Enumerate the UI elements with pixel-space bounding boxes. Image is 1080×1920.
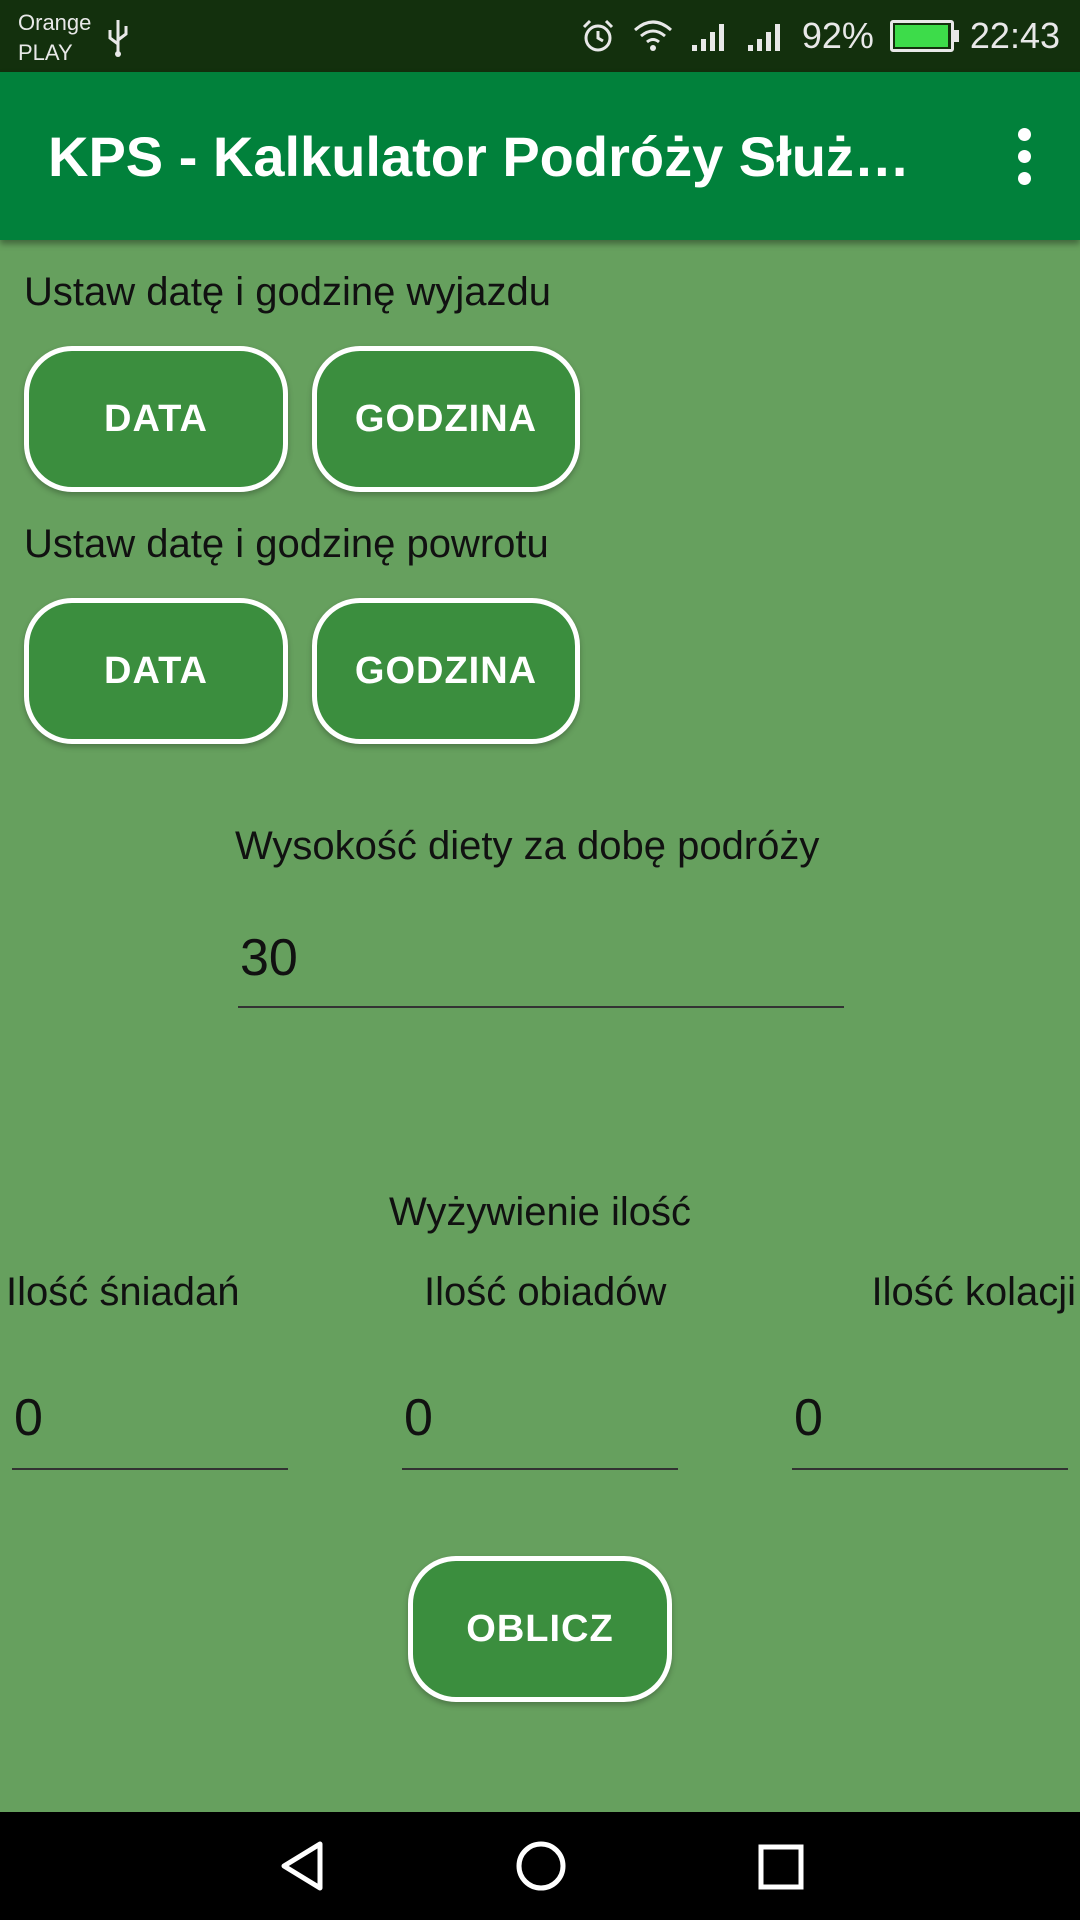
signal-icon <box>746 19 786 53</box>
diet-label: Wysokość diety za dobę podróży <box>235 824 820 868</box>
app-bar: KPS - Kalkulator Podróży Służbowych <box>0 72 1080 240</box>
alarm-icon <box>580 18 616 54</box>
carrier-line-1: Orange <box>18 10 92 35</box>
recents-icon[interactable] <box>756 1842 806 1897</box>
back-icon[interactable] <box>276 1838 328 1899</box>
dinner-label: Ilość kolacji <box>871 1270 1076 1314</box>
app-title: KPS - Kalkulator Podróży Służbowych <box>48 125 928 188</box>
home-icon[interactable] <box>514 1838 568 1899</box>
clock: 22:43 <box>969 15 1060 56</box>
breakfast-input[interactable]: 0 <box>12 1388 288 1470</box>
lunch-label: Ilość obiadów <box>424 1270 667 1314</box>
meals-header: Wyżywienie ilość <box>389 1190 691 1234</box>
usb-icon <box>104 18 132 67</box>
status-bar: Orange PLAY 92% 22:43 <box>0 0 1080 72</box>
diet-input[interactable]: 30 <box>238 928 844 1008</box>
carrier-name: Orange PLAY <box>18 8 91 68</box>
battery-percent: 92% <box>801 15 874 56</box>
departure-time-button[interactable]: GODZINA <box>312 346 580 492</box>
more-vert-icon[interactable] <box>992 120 1056 192</box>
calculate-button[interactable]: OBLICZ <box>408 1556 672 1702</box>
signal-icon <box>690 19 730 53</box>
return-label: Ustaw datę i godzinę powrotu <box>24 522 549 566</box>
departure-date-button[interactable]: DATA <box>24 346 288 492</box>
carrier-line-2: PLAY <box>18 40 73 65</box>
return-date-button[interactable]: DATA <box>24 598 288 744</box>
battery-icon <box>889 20 959 52</box>
breakfast-label: Ilość śniadań <box>6 1270 240 1314</box>
lunch-input[interactable]: 0 <box>402 1388 678 1470</box>
navigation-bar <box>0 1812 1080 1920</box>
wifi-icon <box>632 18 674 54</box>
departure-label: Ustaw datę i godzinę wyjazdu <box>24 270 551 314</box>
dinner-input[interactable]: 0 <box>792 1388 1068 1470</box>
return-time-button[interactable]: GODZINA <box>312 598 580 744</box>
